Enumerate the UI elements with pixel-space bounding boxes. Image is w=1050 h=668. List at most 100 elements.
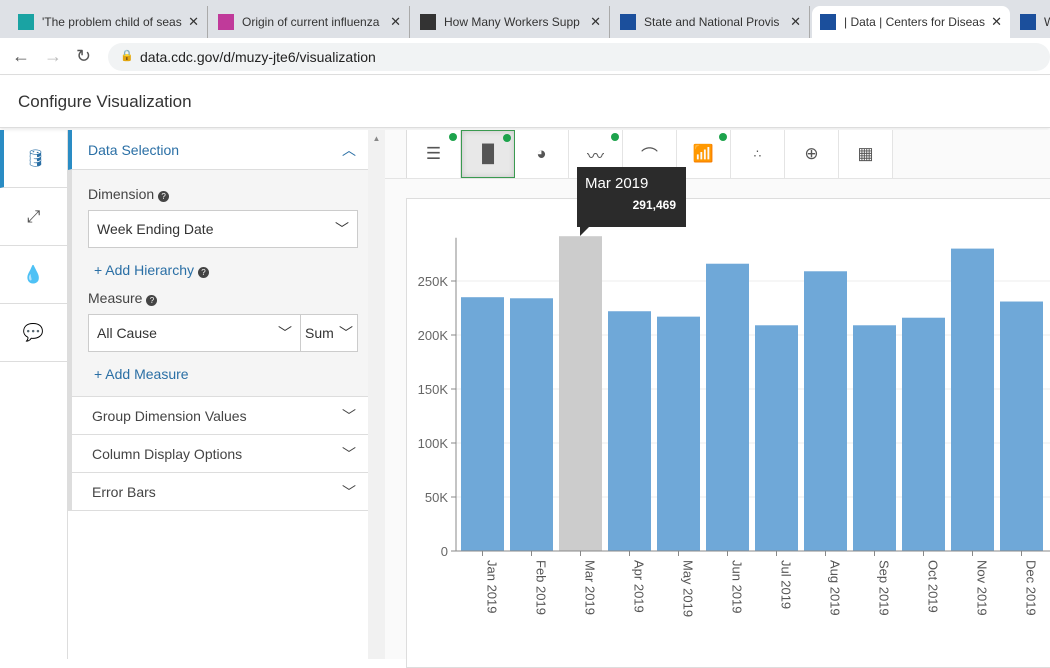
pie-chart-button[interactable]: ◕: [515, 130, 569, 178]
tooltip-label: Mar 2019: [585, 175, 649, 192]
tooltip-value: 291,469: [632, 198, 676, 212]
add-measure-link[interactable]: + Add Measure: [94, 366, 358, 382]
bar-chart-icon: ▐▌: [475, 144, 501, 163]
bar[interactable]: [902, 317, 945, 551]
close-tab-icon[interactable]: ✕: [790, 14, 801, 30]
help-icon[interactable]: ?: [198, 267, 209, 278]
x-tick-label: Nov 2019: [975, 560, 990, 616]
bar[interactable]: [510, 298, 553, 551]
axis-icon[interactable]: ⤢: [0, 188, 67, 246]
globe-icon: ⊕: [804, 144, 819, 163]
close-tab-icon[interactable]: ✕: [991, 14, 1002, 30]
bar[interactable]: [853, 325, 896, 551]
bar[interactable]: [608, 311, 651, 551]
favicon-icon: [18, 14, 34, 30]
chevron-up-icon: ︿: [342, 141, 356, 158]
dimension-value: Week Ending Date: [97, 221, 214, 237]
dimension-label: Dimension: [88, 186, 155, 202]
favicon-icon: [820, 14, 836, 30]
error-bars-section[interactable]: Error Bars ﹀: [68, 473, 368, 511]
y-tick-label: 150K: [418, 382, 449, 397]
favicon-icon: [420, 14, 436, 30]
measure-value: All Cause: [97, 325, 157, 341]
browser-tab[interactable]: How Many Workers Supp ✕: [412, 6, 610, 38]
tab-title: How Many Workers Supp: [444, 15, 580, 29]
scatter-chart-button[interactable]: ∴: [731, 130, 785, 178]
bar[interactable]: [755, 325, 798, 551]
tab-title: | Data | Centers for Disease: [844, 15, 986, 29]
close-tab-icon[interactable]: ✕: [590, 14, 601, 30]
x-tick-label: Apr 2019: [632, 560, 647, 613]
favicon-icon: [620, 14, 636, 30]
close-tab-icon[interactable]: ✕: [188, 14, 199, 30]
y-tick-label: 200K: [418, 328, 449, 343]
table-button[interactable]: ▦: [839, 130, 893, 178]
page-header: Configure Visualization: [0, 76, 1050, 128]
bar[interactable]: [657, 316, 700, 551]
browser-tab[interactable]: Origin of current influenza ✕: [210, 6, 410, 38]
dimension-select[interactable]: Week Ending Date ﹀: [88, 210, 358, 248]
add-hierarchy-link[interactable]: + Add Hierarchy?: [94, 262, 358, 278]
forward-icon[interactable]: →: [44, 46, 62, 67]
measure-select[interactable]: All Cause ﹀: [88, 314, 301, 352]
reload-icon[interactable]: ↻: [76, 46, 91, 67]
x-tick-label: May 2019: [681, 560, 696, 617]
url-input[interactable]: 🔒 data.cdc.gov/d/muzy-jte6/visualization: [108, 43, 1050, 71]
x-tick-label: Dec 2019: [1024, 560, 1039, 616]
address-bar: ← → ↻ 🔒 data.cdc.gov/d/muzy-jte6/visualiz…: [0, 38, 1050, 75]
browser-tab[interactable]: State and National Provis ✕: [612, 6, 810, 38]
bar[interactable]: [804, 271, 847, 551]
help-icon[interactable]: ?: [158, 191, 170, 202]
chevron-down-icon: ﹀: [342, 407, 356, 424]
close-tab-icon[interactable]: ✕: [390, 14, 401, 30]
bar[interactable]: [951, 248, 994, 551]
tab-title: 'The problem child of seasonal: [42, 15, 182, 29]
data-selection-header[interactable]: Data Selection ︿: [68, 130, 368, 170]
side-rail: 🛢 ⤢ 💧 💬: [0, 130, 68, 659]
bar-chart: 0 50K 100K 150K 200K 250K Jan 2019 Feb 2019 Mar …: [418, 236, 1050, 617]
chevron-down-icon: ﹀: [342, 445, 356, 462]
column-display-options-section[interactable]: Column Display Options ﹀: [68, 435, 368, 473]
tab-title: Origin of current influenza: [242, 15, 380, 29]
bar[interactable]: [559, 236, 602, 551]
y-tick-label: 100K: [418, 436, 449, 451]
calendar-table-icon: ▦: [857, 144, 874, 163]
chevron-down-icon: ﹀: [342, 483, 356, 500]
browser-tab[interactable]: | Data | Centers for Disease ✕: [812, 6, 1010, 38]
bar-horizontal-icon: ☰: [425, 144, 442, 163]
pie-chart-icon: ◕: [536, 144, 547, 163]
tab-title: W: [1044, 15, 1050, 29]
bar[interactable]: [1000, 301, 1043, 551]
favicon-icon: [1020, 14, 1036, 30]
x-tick-label: Jun 2019: [730, 560, 745, 614]
group-dimension-values-section[interactable]: Group Dimension Values ﹀: [68, 397, 368, 435]
line-chart-icon: 〰: [587, 146, 604, 166]
section-title: Data Selection: [88, 141, 180, 158]
scatter-icon: ∴: [753, 147, 762, 161]
aggregation-select[interactable]: Sum ﹀: [301, 314, 358, 352]
x-tick-label: Sep 2019: [877, 560, 892, 616]
map-button[interactable]: ⊕: [785, 130, 839, 178]
annotation-icon[interactable]: 💬: [0, 304, 67, 362]
panel-scrollbar[interactable]: ▲: [368, 130, 385, 659]
x-tick-label: Feb 2019: [534, 560, 549, 615]
chevron-down-icon: ﹀: [335, 221, 349, 237]
chevron-down-icon: ﹀: [339, 325, 353, 341]
lock-icon: 🔒: [120, 50, 134, 62]
y-tick-label: 0: [441, 544, 448, 559]
browser-tab[interactable]: 'The problem child of seasonal ✕: [10, 6, 208, 38]
x-tick-label: Aug 2019: [828, 560, 843, 616]
browser-tab[interactable]: W: [1012, 6, 1050, 38]
bar-horizontal-chart-button[interactable]: ☰: [407, 130, 461, 178]
back-icon[interactable]: ←: [12, 46, 30, 67]
y-tick-label: 250K: [418, 274, 449, 289]
help-icon[interactable]: ?: [146, 295, 158, 306]
bar[interactable]: [706, 263, 749, 551]
browser-tab-bar: 'The problem child of seasonal✕Origin of…: [0, 0, 1050, 38]
x-tick-label: Jul 2019: [779, 560, 794, 609]
bar[interactable]: [461, 297, 504, 551]
data-icon[interactable]: 🛢: [0, 130, 67, 188]
color-drop-icon[interactable]: 💧: [0, 246, 67, 304]
favicon-icon: [218, 14, 234, 30]
bar-vertical-chart-button[interactable]: ▐▌: [461, 130, 515, 178]
